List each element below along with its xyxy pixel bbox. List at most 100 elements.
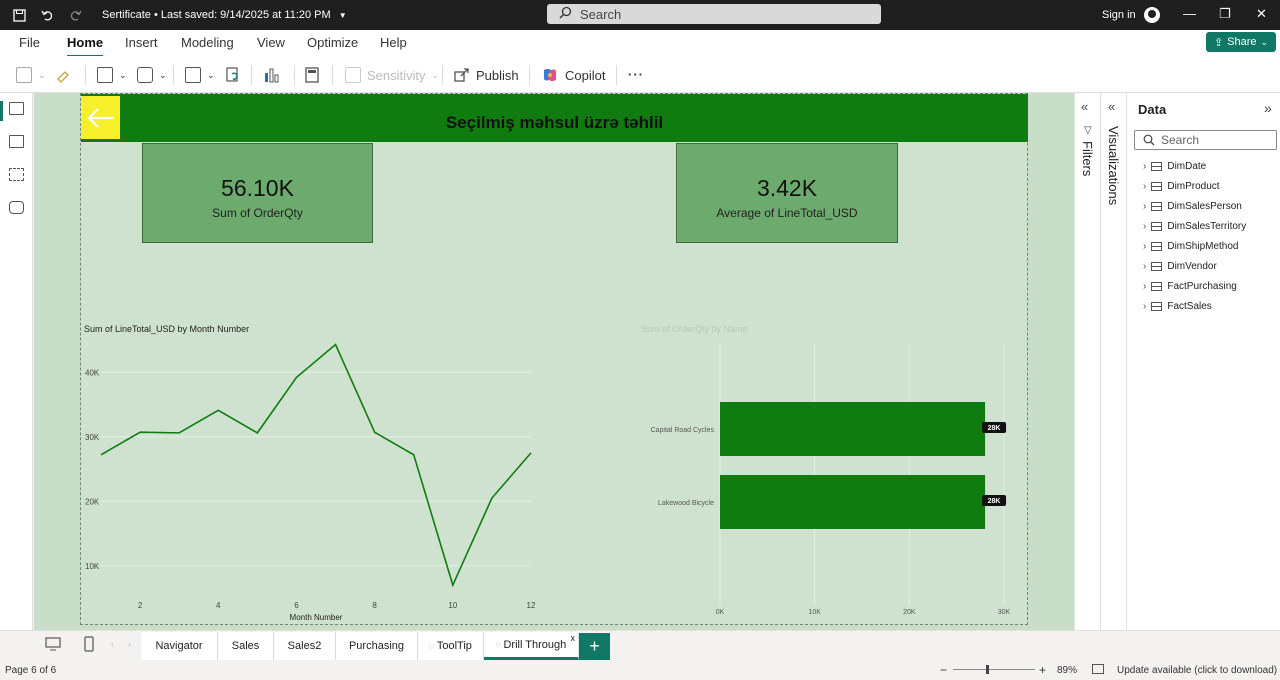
- bar[interactable]: [720, 402, 986, 456]
- filter-icon: ▽: [1084, 125, 1092, 136]
- data-point[interactable]: [99, 453, 103, 457]
- kpi-card-orderqty[interactable]: 56.10K Sum of OrderQty: [142, 143, 373, 243]
- scroll-left-icon[interactable]: ‹: [111, 639, 114, 649]
- close-tab-icon[interactable]: x: [571, 633, 576, 643]
- expand-filters-icon[interactable]: «: [1081, 99, 1088, 114]
- redo-icon: [68, 8, 82, 22]
- menu-modeling[interactable]: Modeling: [181, 35, 234, 50]
- data-label: 28K: [988, 498, 1001, 505]
- table-name: DimVendor: [1167, 261, 1217, 272]
- data-point[interactable]: [529, 451, 533, 455]
- visualizations-pane-collapsed[interactable]: « Visualizations: [1100, 93, 1126, 630]
- tab-tooltip[interactable]: ◌ ToolTip: [418, 632, 484, 660]
- data-table-item[interactable]: › DimVendor: [1143, 261, 1217, 272]
- data-point[interactable]: [373, 430, 377, 434]
- tab-label: Drill Through: [503, 638, 567, 651]
- update-available-link[interactable]: Update available (click to download): [1117, 665, 1277, 676]
- copilot-button[interactable]: Copilot: [541, 67, 605, 83]
- bar[interactable]: [720, 475, 986, 529]
- new-visual-icon[interactable]: [263, 67, 279, 83]
- menu-help[interactable]: Help: [380, 35, 407, 50]
- visualizations-label: Visualizations: [1106, 126, 1121, 206]
- bar-chart-title: Sum of OrderQty by Name: [641, 324, 748, 334]
- dax-query-view-icon[interactable]: [9, 201, 24, 214]
- line-series[interactable]: [100, 343, 532, 588]
- model-view-icon[interactable]: [9, 168, 24, 181]
- data-point[interactable]: [255, 431, 259, 435]
- ribbon-toolbar: ⌄ ⌄ ⌄ ⌄ Sensitivity ⌄ Publish Copilot ··…: [0, 56, 1280, 93]
- minimize-icon[interactable]: —: [1183, 6, 1196, 21]
- tab-sales2[interactable]: Sales2: [274, 632, 336, 660]
- zoom-in-icon[interactable]: +: [1039, 663, 1046, 677]
- data-table-item[interactable]: › DimSalesTerritory: [1143, 221, 1246, 232]
- global-search-box[interactable]: Search: [547, 4, 881, 24]
- undo-icon[interactable]: [40, 8, 54, 22]
- data-point[interactable]: [451, 583, 455, 587]
- data-point[interactable]: [294, 375, 298, 379]
- zoom-level[interactable]: 89%: [1057, 665, 1077, 676]
- share-icon: ⇪: [1213, 36, 1224, 49]
- data-point[interactable]: [138, 430, 142, 434]
- tab-purchasing[interactable]: Purchasing: [336, 632, 418, 660]
- publish-button[interactable]: Publish: [454, 67, 519, 83]
- kpi-card-linetotal[interactable]: 3.42K Average of LineTotal_USD: [676, 143, 898, 243]
- data-table-item[interactable]: › DimProduct: [1143, 181, 1220, 192]
- collapse-data-pane-icon[interactable]: »: [1264, 100, 1272, 116]
- refresh-icon[interactable]: [225, 67, 241, 83]
- document-title[interactable]: Sertificate • Last saved: 9/14/2025 at 1…: [102, 9, 331, 21]
- filters-pane-collapsed[interactable]: « ▽ Filters: [1074, 93, 1100, 630]
- more-options-icon[interactable]: ···: [628, 67, 644, 82]
- category-label: Capital Road Cycles: [651, 427, 715, 434]
- y-tick-label: 20K: [85, 497, 100, 506]
- close-icon[interactable]: ✕: [1256, 6, 1267, 22]
- fit-to-page-icon[interactable]: [1092, 664, 1104, 674]
- desktop-layout-icon[interactable]: [45, 637, 61, 654]
- report-view-icon[interactable]: [9, 102, 24, 115]
- table-view-icon[interactable]: [9, 135, 24, 148]
- data-table-item[interactable]: › DimShipMethod: [1143, 241, 1239, 252]
- tab-label: Sales2: [287, 640, 322, 652]
- data-point[interactable]: [216, 408, 220, 412]
- line-chart[interactable]: 10K 20K 30K 40K 2 4 6 8 10 12 Month Number: [81, 334, 541, 624]
- data-table-item[interactable]: › FactSales: [1143, 301, 1212, 312]
- scroll-right-icon[interactable]: ›: [128, 639, 131, 649]
- zoom-out-icon[interactable]: −: [940, 663, 947, 677]
- recent-sources-button[interactable]: ⌄: [137, 67, 167, 83]
- data-point[interactable]: [334, 343, 338, 347]
- transform-data-button[interactable]: ⌄: [185, 67, 215, 83]
- tab-sales[interactable]: Sales: [218, 632, 274, 660]
- chevron-down-icon[interactable]: ▼: [339, 11, 347, 20]
- data-table-item[interactable]: › FactPurchasing: [1143, 281, 1237, 292]
- data-point[interactable]: [490, 496, 494, 500]
- x-tick-label: 10K: [808, 609, 821, 616]
- data-search-input[interactable]: Search: [1134, 130, 1277, 150]
- data-table-item[interactable]: › DimSalesPerson: [1143, 201, 1242, 212]
- paste-button[interactable]: ⌄: [16, 67, 46, 83]
- menu-insert[interactable]: Insert: [125, 35, 158, 50]
- zoom-slider[interactable]: [953, 669, 1035, 670]
- restore-icon[interactable]: ❐: [1219, 6, 1231, 22]
- menu-file[interactable]: File: [19, 35, 40, 50]
- sign-in-button[interactable]: Sign in: [1102, 7, 1160, 23]
- share-button[interactable]: ⇪ Share ⌄: [1206, 32, 1276, 52]
- tab-label: Sales: [231, 640, 260, 652]
- menu-home[interactable]: Home: [67, 35, 104, 58]
- data-table-item[interactable]: › DimDate: [1143, 161, 1206, 172]
- menu-optimize[interactable]: Optimize: [307, 35, 358, 50]
- data-point[interactable]: [177, 431, 181, 435]
- save-icon[interactable]: [12, 8, 26, 22]
- mobile-layout-icon[interactable]: [84, 636, 94, 655]
- calculator-icon[interactable]: [305, 67, 319, 83]
- format-painter-icon[interactable]: [56, 67, 72, 83]
- bar-chart[interactable]: 0K 10K 20K 30K Capital Road Cycles 28K Lakewoo…: [621, 334, 1021, 624]
- expand-visualizations-icon[interactable]: «: [1108, 99, 1115, 114]
- menu-view[interactable]: View: [257, 35, 285, 50]
- data-point[interactable]: [412, 453, 416, 457]
- tab-navigator[interactable]: Navigator: [141, 632, 218, 660]
- zoom-slider-thumb[interactable]: [986, 665, 989, 674]
- add-page-button[interactable]: +: [579, 633, 610, 660]
- x-tick-label: 20K: [903, 609, 916, 616]
- chevron-right-icon: ›: [1143, 281, 1147, 292]
- tab-drill-through[interactable]: ◌ Drill Through x: [484, 632, 579, 660]
- get-data-button[interactable]: ⌄: [97, 67, 127, 83]
